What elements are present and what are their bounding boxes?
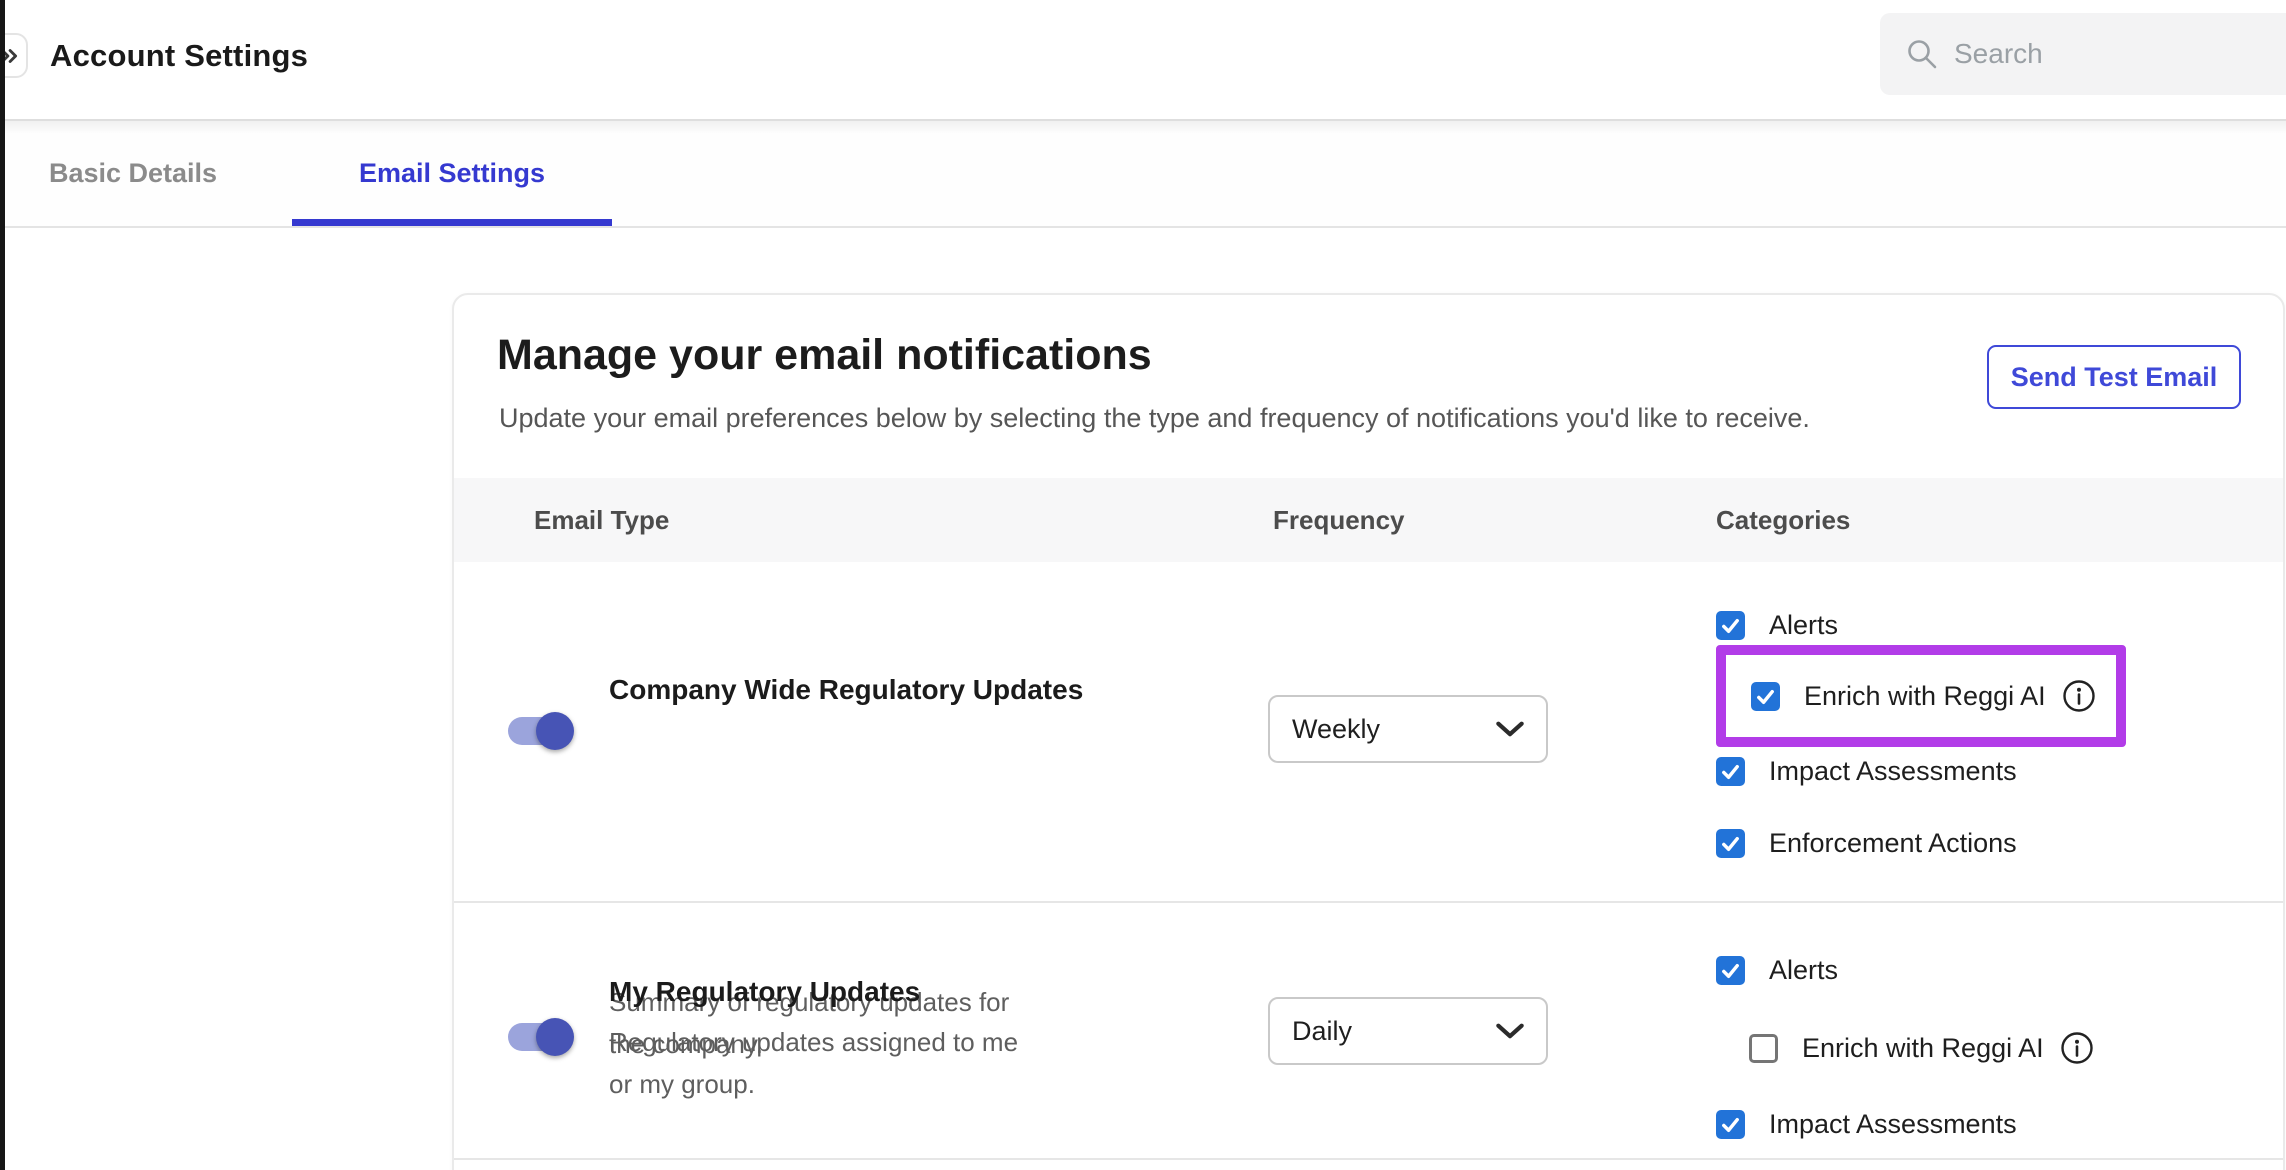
frequency-select-my-updates[interactable]: Daily — [1268, 997, 1548, 1065]
category-enrich-reggi: Enrich with Reggi AI — [1749, 1032, 2094, 1064]
table-row-company-wide: Company Wide Regulatory Updates Summary … — [454, 562, 2285, 903]
search-placeholder: Search — [1954, 38, 2043, 70]
my-updates-toggle[interactable] — [508, 1018, 578, 1062]
category-impact-assessments: Impact Assessments — [1716, 1108, 2017, 1140]
frequency-select-company-wide[interactable]: Weekly — [1268, 695, 1548, 763]
category-label: Impact Assessments — [1769, 756, 2017, 787]
enforcement-actions-checkbox[interactable] — [1716, 829, 1745, 858]
email-notifications-card: Manage your email notifications Update y… — [452, 293, 2285, 1170]
enrich-reggi-checkbox[interactable] — [1751, 682, 1780, 711]
row-title: My Regulatory Updates — [609, 976, 920, 1008]
search-input[interactable]: Search — [1880, 13, 2286, 95]
column-header-frequency: Frequency — [1273, 478, 1405, 562]
tab-basic-details-label: Basic Details — [49, 158, 217, 189]
column-header-email-type: Email Type — [534, 478, 669, 562]
tab-email-settings[interactable]: Email Settings — [292, 121, 612, 226]
row-description: Regulatory updates assigned to me or my … — [609, 1021, 1039, 1105]
category-alerts: Alerts — [1716, 609, 1838, 641]
category-alerts: Alerts — [1716, 954, 1838, 986]
company-wide-toggle[interactable] — [508, 712, 578, 756]
info-icon[interactable] — [2062, 679, 2096, 713]
category-label: Alerts — [1769, 610, 1838, 641]
checkmark-icon — [1719, 1113, 1742, 1136]
alerts-checkbox[interactable] — [1716, 956, 1745, 985]
checkmark-icon — [1719, 614, 1742, 637]
send-test-email-button[interactable]: Send Test Email — [1987, 345, 2241, 409]
impact-assessments-checkbox[interactable] — [1716, 1110, 1745, 1139]
column-header-categories: Categories — [1716, 478, 1850, 562]
alerts-checkbox[interactable] — [1716, 611, 1745, 640]
table-row-my-updates: My Regulatory Updates Regulatory updates… — [454, 903, 2285, 1160]
search-icon — [1906, 38, 1938, 70]
send-test-email-label: Send Test Email — [2011, 362, 2218, 393]
tab-email-settings-label: Email Settings — [359, 158, 545, 189]
tab-basic-details[interactable]: Basic Details — [23, 121, 243, 226]
card-subtitle: Update your email preferences below by s… — [499, 403, 1810, 434]
category-label: Enforcement Actions — [1769, 828, 2017, 859]
category-label: Alerts — [1769, 955, 1838, 986]
categories-list: Alerts Enrich with Reggi AI — [1716, 903, 2276, 1158]
chevron-down-icon — [1496, 721, 1524, 738]
category-label: Enrich with Reggi AI — [1804, 681, 2046, 712]
account-settings-page: Account Settings Search Basic Details — [0, 0, 2286, 1170]
category-label: Impact Assessments — [1769, 1109, 2017, 1140]
impact-assessments-checkbox[interactable] — [1716, 757, 1745, 786]
info-icon[interactable] — [2060, 1031, 2094, 1065]
checkmark-icon — [1719, 832, 1742, 855]
frequency-value: Weekly — [1292, 714, 1496, 745]
category-impact-assessments: Impact Assessments — [1716, 755, 2017, 787]
category-enforcement-actions: Enforcement Actions — [1716, 827, 2017, 859]
active-tab-indicator — [292, 219, 612, 226]
top-header: Account Settings Search — [0, 0, 2286, 121]
checkmark-icon — [1719, 760, 1742, 783]
page-title: Account Settings — [50, 36, 308, 76]
header-shadow — [0, 121, 2286, 134]
category-label: Enrich with Reggi AI — [1802, 1033, 2044, 1064]
row-title: Company Wide Regulatory Updates — [609, 674, 1083, 706]
table-header-row: Email Type Frequency Categories — [454, 478, 2285, 562]
settings-tabbar: Basic Details Email Settings — [0, 121, 2286, 228]
toggle-thumb — [536, 712, 574, 750]
highlight-annotation-box: Enrich with Reggi AI — [1716, 645, 2126, 747]
frequency-value: Daily — [1292, 1016, 1496, 1047]
sidebar-edge — [0, 0, 5, 1170]
toggle-thumb — [536, 1018, 574, 1056]
categories-list: Alerts Enrich with Reggi AI — [1716, 562, 2276, 901]
card-title: Manage your email notifications — [497, 331, 1152, 380]
chevron-down-icon — [1496, 1023, 1524, 1040]
checkmark-icon — [1754, 685, 1777, 708]
enrich-reggi-checkbox[interactable] — [1749, 1034, 1778, 1063]
checkmark-icon — [1719, 959, 1742, 982]
header-divider — [0, 119, 2286, 121]
